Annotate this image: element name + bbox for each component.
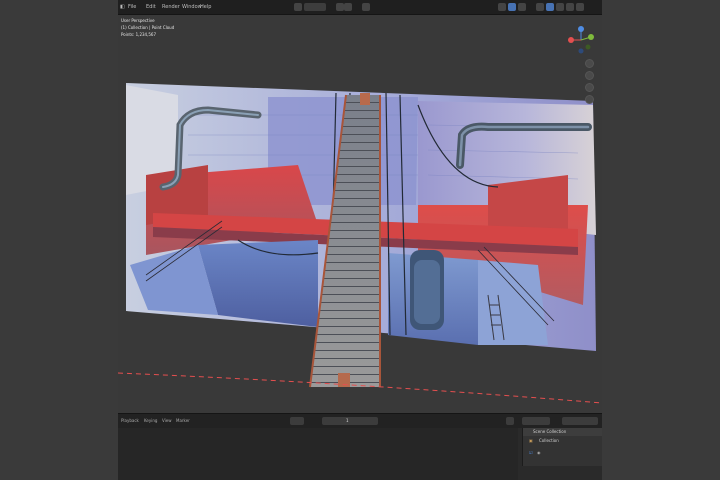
shading-rendered-icon[interactable] — [566, 3, 574, 11]
view-layer-selector[interactable] — [562, 417, 598, 425]
zoom-icon[interactable] — [585, 59, 594, 68]
collection-item[interactable]: Collection — [539, 438, 559, 444]
3d-viewport[interactable]: User Perspective (1) Collection | Point … — [118, 15, 602, 413]
timeline-area[interactable] — [118, 428, 518, 480]
collection-icon: ▣ — [529, 438, 533, 443]
menu-help[interactable]: Help — [200, 3, 211, 11]
timeline-menu-marker[interactable]: Marker — [176, 418, 190, 424]
shading-options-icon[interactable] — [576, 3, 584, 11]
outliner-title: Scene Collection — [533, 429, 567, 434]
app-menu-icon[interactable]: ◧ — [120, 3, 125, 11]
overlay-icon[interactable] — [508, 3, 516, 11]
checkbox-icon[interactable]: ☑ — [529, 450, 533, 456]
menu-render[interactable]: Render — [162, 3, 180, 11]
top-header: ◧ File Edit Render Window Help — [118, 0, 602, 15]
render-icon[interactable] — [506, 417, 514, 425]
navigation-gizmo[interactable] — [566, 25, 596, 55]
pivot-icon[interactable] — [336, 3, 344, 11]
outliner-panel[interactable]: Scene Collection ▣ Collection ☑ ◉ — [522, 428, 602, 466]
shading-material-icon[interactable] — [556, 3, 564, 11]
viewport-info-view: User Perspective — [121, 18, 155, 23]
shading-solid-icon[interactable] — [546, 3, 554, 11]
timeline-menu-playback[interactable]: Playback — [121, 418, 139, 424]
mode-selector[interactable] — [304, 3, 326, 11]
shading-wireframe-icon[interactable] — [536, 3, 544, 11]
perspective-icon[interactable] — [585, 95, 594, 104]
xray-icon[interactable] — [518, 3, 526, 11]
outliner-header: Scene Collection — [523, 428, 602, 436]
current-frame-field[interactable] — [322, 417, 378, 425]
visibility-icon[interactable] — [498, 3, 506, 11]
editor-type-icon[interactable] — [294, 3, 302, 11]
timeline-menu-keying[interactable]: Keying — [144, 418, 157, 424]
letterbox-left — [0, 0, 118, 480]
viewport-info-collection: (1) Collection | Point Cloud — [121, 25, 175, 30]
eye-icon[interactable]: ◉ — [537, 450, 541, 456]
frame-field[interactable] — [290, 417, 304, 425]
current-frame: 1 — [346, 418, 349, 423]
point-cloud-scene — [118, 83, 602, 404]
letterbox-right — [602, 0, 720, 480]
timeline-header: Playback Keying View Marker 1 — [118, 413, 602, 428]
scene-selector[interactable] — [522, 417, 550, 425]
lower-area: Scene Collection ▣ Collection ☑ ◉ — [118, 428, 602, 480]
camera-icon[interactable] — [585, 83, 594, 92]
snap-icon[interactable] — [344, 3, 352, 11]
menu-edit[interactable]: Edit — [146, 3, 156, 11]
blender-window: ◧ File Edit Render Window Help User Pers… — [118, 0, 602, 480]
pan-icon[interactable] — [585, 71, 594, 80]
menu-file[interactable]: File — [128, 3, 136, 11]
viewport-info-stats: Points: 1,234,567 — [121, 32, 156, 37]
proportional-icon[interactable] — [362, 3, 370, 11]
timeline-menu-view[interactable]: View — [162, 418, 172, 424]
menu-window[interactable]: Window — [182, 3, 202, 11]
